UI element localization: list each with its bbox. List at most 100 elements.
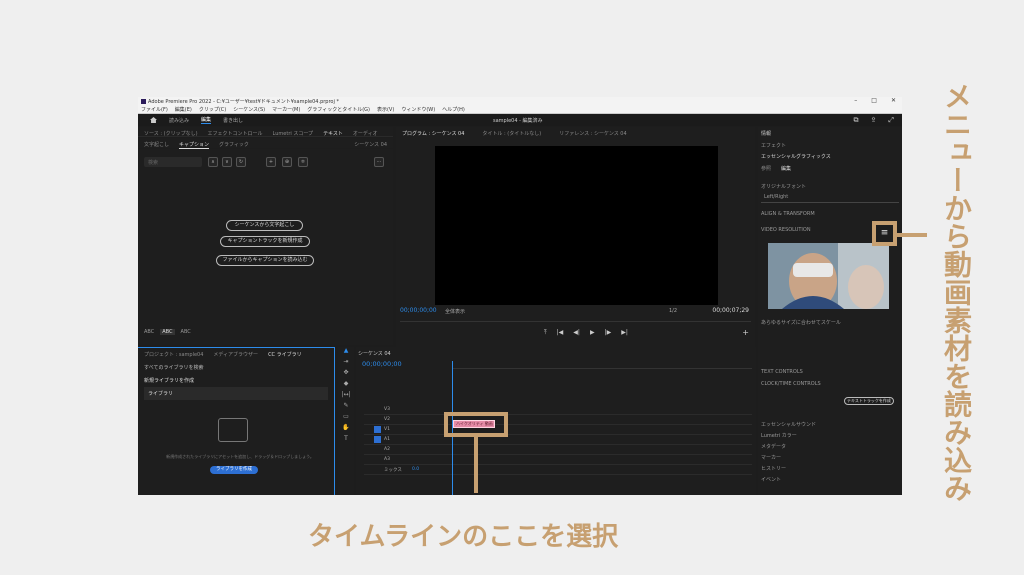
clock-controls-section[interactable]: CLOCK/TIME CONTROLS [758, 379, 824, 389]
tab-project[interactable]: プロジェクト : sample04 [144, 351, 203, 358]
track-v3[interactable]: V3 [364, 405, 752, 415]
new-caption-track-button[interactable]: キャプショントラックを新規作成 [220, 236, 310, 247]
transcribe-sequence-button[interactable]: シーケンスから文字起こし [226, 220, 303, 231]
step-forward-icon[interactable]: ▶| [621, 329, 628, 337]
pen-icon[interactable]: ✎ [338, 402, 354, 413]
share-icon[interactable]: ⇪ [871, 116, 877, 125]
panel-menu-icon[interactable]: ≡ [872, 221, 897, 246]
maximize-icon[interactable]: □ [871, 97, 877, 104]
ripple-edit-icon[interactable]: ✥ [338, 369, 354, 380]
footer-events[interactable]: イベント [758, 474, 902, 485]
down-icon[interactable]: ∨ [222, 157, 232, 167]
abc-lowercase[interactable]: ABC [144, 329, 154, 335]
menu-sequence[interactable]: シーケンス(S) [233, 106, 265, 113]
replace-icon[interactable]: ↻ [236, 157, 246, 167]
tab-transcript[interactable]: 文字起こし [144, 141, 169, 149]
tab-edit-eg[interactable]: 編集 [781, 165, 791, 172]
split-caption-icon[interactable]: ⊕ [282, 157, 292, 167]
close-icon[interactable]: ✕ [891, 97, 896, 104]
menu-view[interactable]: 表示(V) [377, 106, 394, 113]
text-controls-section[interactable]: TEXT CONTROLS [758, 367, 806, 377]
menu-help[interactable]: ヘルプ(H) [442, 106, 465, 113]
tab-title[interactable]: タイトル : (タイトルなし) [482, 130, 541, 137]
import-captions-button[interactable]: ファイルからキャプションを読み込む [216, 255, 314, 266]
tab-edit[interactable]: 編集 [201, 116, 212, 124]
abc-bold[interactable]: ABC [181, 329, 191, 335]
info-tab[interactable]: 情報 [758, 127, 902, 140]
play-icon[interactable]: ▶ [590, 329, 595, 337]
tab-text[interactable]: テキスト [323, 130, 343, 137]
add-caption-icon[interactable]: + [266, 157, 276, 167]
abc-caps[interactable]: ABC [160, 329, 175, 335]
minimize-icon[interactable]: – [854, 97, 857, 104]
tab-lumetri-scopes[interactable]: Lumetri スコープ [273, 130, 314, 137]
caption-search-input[interactable]: 検索 [144, 157, 202, 167]
clip-thumbnail[interactable] [768, 243, 889, 309]
playhead-timecode[interactable]: 00;00;00;00 [400, 307, 437, 314]
menu-marker[interactable]: マーカー(M) [272, 106, 300, 113]
track-select-icon[interactable]: ⇥ [338, 358, 354, 369]
new-library-button[interactable]: 新規ライブラリを作成 [138, 374, 334, 387]
font-dropdown[interactable]: Left/Right [761, 192, 899, 203]
track-v1[interactable]: V1 [364, 425, 752, 435]
align-transform-section[interactable]: ALIGN & TRANSFORM [758, 209, 902, 219]
tab-import[interactable]: 読み込み [169, 117, 189, 124]
slip-icon[interactable]: |↔| [338, 391, 354, 402]
razor-icon[interactable]: ◆ [338, 380, 354, 391]
track-a1[interactable]: A1 [364, 435, 752, 445]
track-target-v1[interactable] [374, 426, 381, 433]
menu-window[interactable]: ウィンドウ(W) [401, 106, 435, 113]
timeline-ruler[interactable] [452, 361, 752, 369]
library-search-input[interactable]: すべてのライブラリを検索 [138, 361, 334, 374]
resolution-select[interactable]: 1/2 [669, 308, 677, 314]
footer-history[interactable]: ヒストリー [758, 463, 902, 474]
button-editor-icon[interactable]: + [742, 328, 749, 337]
menu-file[interactable]: ファイル(F) [141, 106, 168, 113]
frame-back-icon[interactable]: ◀| [573, 329, 580, 337]
fullscreen-icon[interactable]: ⤢ [888, 116, 894, 125]
type-icon[interactable]: T [338, 435, 354, 446]
tab-media-browser[interactable]: メディアブラウザー [213, 351, 258, 358]
tab-export[interactable]: 書き出し [223, 117, 243, 124]
create-text-track-button[interactable]: テキストトラックを作成 [844, 397, 894, 405]
step-back-icon[interactable]: |◀ [557, 329, 564, 337]
track-target-a1[interactable] [374, 436, 381, 443]
menu-edit[interactable]: 編集(E) [175, 106, 192, 113]
mark-in-icon[interactable]: ⤒ [544, 329, 547, 337]
footer-lumetri-color[interactable]: Lumetri カラー [758, 430, 902, 441]
tab-cc-libraries[interactable]: CC ライブラリ [268, 351, 302, 358]
resize-option[interactable]: あらゆるサイズに合わせてスケール [758, 317, 844, 328]
home-icon[interactable] [150, 117, 157, 123]
track-a3[interactable]: A3 [364, 455, 752, 465]
workspace-bar: 読み込み 編集 書き出し sample04 - 編集済み ⧉ ⇪ ⤢ [138, 114, 902, 126]
frame-forward-icon[interactable]: |▶ [605, 329, 612, 337]
zoom-select[interactable]: 全体表示 [445, 308, 465, 315]
effects-tab[interactable]: エフェクト [758, 140, 902, 151]
more-options-icon[interactable]: ⋯ [374, 157, 384, 167]
tab-sequence[interactable]: シーケンス 04 [356, 347, 756, 360]
tab-captions[interactable]: キャプション [179, 141, 210, 149]
track-v2[interactable]: V2 [364, 415, 752, 425]
footer-markers[interactable]: マーカー [758, 452, 902, 463]
selection-tool-icon[interactable]: ▲ [338, 347, 354, 358]
tab-effect-controls[interactable]: エフェクトコントロール [208, 130, 263, 137]
menu-clip[interactable]: クリップ(C) [199, 106, 226, 113]
workspace-icon[interactable]: ⧉ [854, 116, 859, 125]
program-ruler[interactable] [400, 317, 751, 322]
track-a2[interactable]: A2 [364, 445, 752, 455]
footer-metadata[interactable]: メタデータ [758, 441, 902, 452]
rectangle-icon[interactable]: ▭ [338, 413, 354, 424]
tab-browse[interactable]: 参照 [761, 165, 771, 172]
video-preview[interactable] [435, 146, 718, 305]
tab-program[interactable]: プログラム : シーケンス 04 [402, 130, 464, 137]
up-icon[interactable]: ∧ [208, 157, 218, 167]
hand-icon[interactable]: ✋ [338, 424, 354, 435]
menu-graphics[interactable]: グラフィックとタイトル(G) [307, 106, 370, 113]
tab-graphics[interactable]: グラフィック [219, 141, 249, 149]
footer-essential-sound[interactable]: エッセンシャルサウンド [758, 419, 902, 430]
tab-source[interactable]: ソース : (クリップなし) [144, 130, 198, 137]
create-library-button[interactable]: ライブラリを作成 [210, 466, 258, 474]
tab-reference[interactable]: リファレンス : シーケンス 04 [559, 130, 626, 137]
merge-caption-icon[interactable]: ≑ [298, 157, 308, 167]
tab-audio[interactable]: オーディオ [353, 130, 378, 137]
